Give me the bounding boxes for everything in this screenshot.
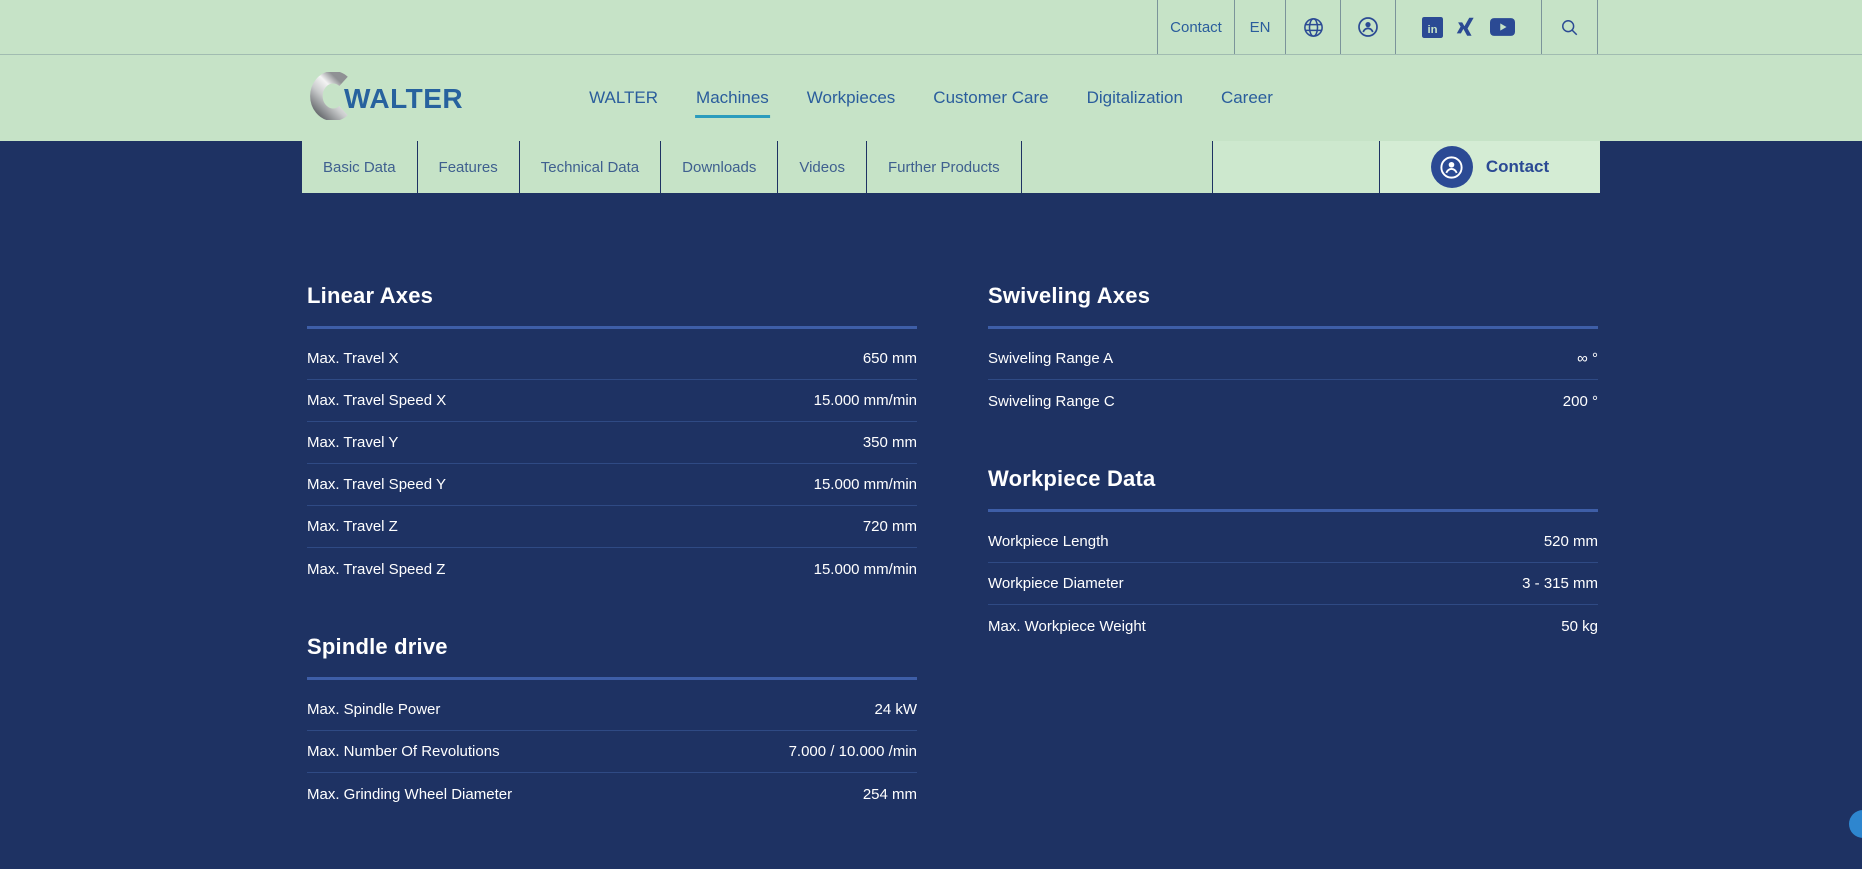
spec-label: Max. Travel Y (307, 434, 398, 451)
section-title: Spindle drive (307, 634, 917, 660)
social-links: in (1395, 0, 1541, 54)
spec-row: Max. Travel Speed Z 15.000 mm/min (307, 548, 917, 590)
spec-row: Max. Travel Y 350 mm (307, 422, 917, 464)
spec-label: Workpiece Diameter (988, 575, 1124, 592)
spec-label: Swiveling Range C (988, 393, 1115, 410)
topbar-contact-link[interactable]: Contact (1157, 0, 1234, 54)
spec-value: 200 ° (1563, 393, 1598, 410)
spec-row: Max. Workpiece Weight 50 kg (988, 605, 1598, 647)
spec-row: Max. Travel Z 720 mm (307, 506, 917, 548)
walter-logo[interactable]: WALTER (306, 72, 463, 120)
tab-features[interactable]: Features (418, 141, 520, 193)
section-underline (988, 326, 1598, 329)
nav-item-customer-care[interactable]: Customer Care (932, 79, 1049, 118)
spec-label: Swiveling Range A (988, 350, 1113, 367)
spec-label: Max. Grinding Wheel Diameter (307, 786, 512, 803)
spec-label: Workpiece Length (988, 533, 1109, 550)
tabstrip-spacer (1213, 141, 1380, 193)
spec-row: Max. Number Of Revolutions 7.000 / 10.000… (307, 731, 917, 773)
specs-left-column: Linear AxesMax. Travel X650 mmMax. Trave… (307, 283, 917, 869)
contact-button-label: Contact (1486, 157, 1549, 177)
tabstrip-spacer (1022, 141, 1213, 193)
spec-label: Max. Workpiece Weight (988, 618, 1146, 635)
spec-value: 15.000 mm/min (814, 476, 917, 493)
spec-section: Linear AxesMax. Travel X650 mmMax. Trave… (307, 283, 917, 590)
spec-label: Max. Travel Speed Y (307, 476, 446, 493)
spec-value: 50 kg (1561, 618, 1598, 635)
nav-item-digitalization[interactable]: Digitalization (1086, 79, 1184, 118)
language-selector[interactable]: EN (1234, 0, 1285, 54)
subnav-bar: Basic DataFeaturesTechnical DataDownload… (0, 141, 1862, 193)
section-underline (307, 326, 917, 329)
spec-value: 350 mm (863, 434, 917, 451)
section-underline (988, 509, 1598, 512)
spec-value: 15.000 mm/min (814, 561, 917, 578)
tab-technical-data[interactable]: Technical Data (520, 141, 661, 193)
xing-icon[interactable] (1456, 17, 1477, 38)
section-title: Linear Axes (307, 283, 917, 309)
spec-label: Max. Number Of Revolutions (307, 743, 500, 760)
main-nav: WALTER Machines Workpieces Customer Care Dig… (588, 55, 1274, 141)
tab-videos[interactable]: Videos (778, 141, 867, 193)
spec-row: Workpiece Length 520 mm (988, 521, 1598, 563)
spec-value: 254 mm (863, 786, 917, 803)
specs-right-column: Swiveling AxesSwiveling Range A∞ °Swivel… (988, 283, 1598, 869)
spec-label: Max. Travel Z (307, 518, 398, 535)
technical-data-content: Linear AxesMax. Travel X650 mmMax. Trave… (0, 193, 1862, 869)
svg-text:in: in (1427, 23, 1437, 35)
spec-row: Max. Travel X 650 mm (307, 338, 917, 380)
spec-row: Max. Travel Speed Y 15.000 mm/min (307, 464, 917, 506)
tab-downloads[interactable]: Downloads (661, 141, 778, 193)
nav-item-machines[interactable]: Machines (695, 79, 770, 118)
globe-icon[interactable] (1285, 0, 1340, 54)
spec-section: Spindle driveMax. Spindle Power24 kWMax.… (307, 634, 917, 815)
spec-value: 7.000 / 10.000 /min (789, 743, 917, 760)
spec-value: 720 mm (863, 518, 917, 535)
tab-further-products[interactable]: Further Products (867, 141, 1022, 193)
account-icon[interactable] (1340, 0, 1395, 54)
spec-row: Workpiece Diameter 3 - 315 mm (988, 563, 1598, 605)
spec-row: Max. Spindle Power 24 kW (307, 689, 917, 731)
search-icon[interactable] (1541, 0, 1598, 54)
nav-item-career[interactable]: Career (1220, 79, 1274, 118)
contact-at-icon (1431, 146, 1473, 188)
nav-item-walter[interactable]: WALTER (588, 79, 659, 118)
nav-item-workpieces[interactable]: Workpieces (806, 79, 897, 118)
section-title: Workpiece Data (988, 466, 1598, 492)
logo-text: WALTER (344, 83, 463, 115)
spec-value: 3 - 315 mm (1522, 575, 1598, 592)
spec-value: 24 kW (874, 701, 917, 718)
spec-section: Swiveling AxesSwiveling Range A∞ °Swivel… (988, 283, 1598, 422)
spec-label: Max. Travel X (307, 350, 399, 367)
youtube-icon[interactable] (1490, 18, 1515, 36)
spec-value: ∞ ° (1577, 350, 1598, 367)
spec-label: Max. Spindle Power (307, 701, 440, 718)
spec-row: Swiveling Range C 200 ° (988, 380, 1598, 422)
linkedin-icon[interactable]: in (1422, 17, 1443, 38)
contact-button[interactable]: Contact (1380, 141, 1600, 193)
spec-value: 650 mm (863, 350, 917, 367)
spec-section: Workpiece DataWorkpiece Length520 mmWork… (988, 466, 1598, 647)
spec-row: Max. Travel Speed X 15.000 mm/min (307, 380, 917, 422)
section-title: Swiveling Axes (988, 283, 1598, 309)
main-header: WALTER WALTER Machines Workpieces Customer … (0, 55, 1862, 141)
tab-basic-data[interactable]: Basic Data (302, 141, 418, 193)
spec-value: 15.000 mm/min (814, 392, 917, 409)
topbar: Contact EN in (0, 0, 1862, 55)
spec-value: 520 mm (1544, 533, 1598, 550)
spec-row: Swiveling Range A ∞ ° (988, 338, 1598, 380)
spec-label: Max. Travel Speed Z (307, 561, 445, 578)
spec-row: Max. Grinding Wheel Diameter 254 mm (307, 773, 917, 815)
spec-label: Max. Travel Speed X (307, 392, 446, 409)
section-underline (307, 677, 917, 680)
subnav-tabstrip: Basic DataFeaturesTechnical DataDownload… (302, 141, 1600, 193)
